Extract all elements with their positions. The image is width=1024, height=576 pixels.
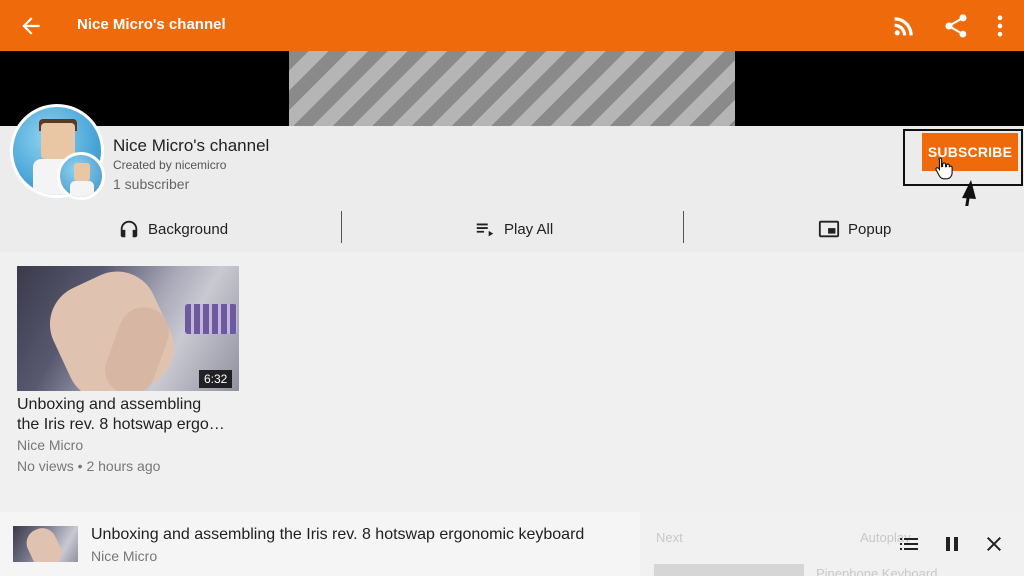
headphones-icon bbox=[120, 220, 138, 238]
play-all-label: Play All bbox=[504, 220, 554, 238]
banner-image bbox=[289, 51, 735, 126]
ghost-next-label: Next bbox=[656, 530, 683, 545]
page-title: Nice Micro's channel bbox=[77, 16, 226, 33]
mini-player-uploader: Nice Micro bbox=[91, 548, 158, 564]
creator-avatar bbox=[57, 152, 105, 200]
video-uploader: Nice Micro bbox=[17, 437, 84, 453]
close-icon[interactable] bbox=[982, 532, 1006, 556]
pause-icon[interactable] bbox=[940, 532, 964, 556]
channel-banner bbox=[0, 51, 1024, 126]
subscriber-count: 1 subscriber bbox=[113, 176, 190, 192]
background-label: Background bbox=[148, 220, 229, 238]
video-meta: No views • 2 hours ago bbox=[17, 458, 161, 474]
popup-play-button[interactable]: Popup bbox=[818, 206, 891, 252]
arrow-left-icon[interactable] bbox=[18, 13, 44, 39]
app-bar: Nice Micro's channel bbox=[0, 0, 1024, 51]
queue-list-icon[interactable] bbox=[897, 532, 921, 556]
video-title[interactable]: Unboxing and assembling the Iris rev. 8 … bbox=[17, 395, 247, 435]
playlist-play-icon bbox=[476, 223, 494, 237]
mini-player-thumbnail[interactable] bbox=[13, 526, 78, 562]
mini-player-title[interactable]: Unboxing and assembling the Iris rev. 8 … bbox=[91, 526, 584, 544]
hand-cursor-icon bbox=[935, 157, 953, 180]
divider bbox=[341, 211, 342, 243]
share-icon[interactable] bbox=[942, 12, 970, 40]
more-vert-icon[interactable] bbox=[986, 12, 1014, 40]
background-play-button[interactable]: Background bbox=[118, 206, 228, 252]
rss-icon[interactable] bbox=[890, 12, 918, 40]
play-all-button[interactable]: Play All bbox=[474, 206, 553, 252]
mini-player[interactable]: Next Autoplay Pinephone Keyboard bbox=[0, 512, 1024, 576]
popup-label: Popup bbox=[848, 220, 892, 238]
video-duration: 6:32 bbox=[199, 370, 233, 388]
channel-name: Nice Micro's channel bbox=[113, 136, 270, 155]
channel-created-by: Created by nicemicro bbox=[113, 158, 227, 172]
picture-in-picture-icon bbox=[818, 220, 840, 238]
ghost-next-item: Pinephone Keyboard bbox=[816, 566, 938, 576]
divider bbox=[683, 211, 684, 243]
